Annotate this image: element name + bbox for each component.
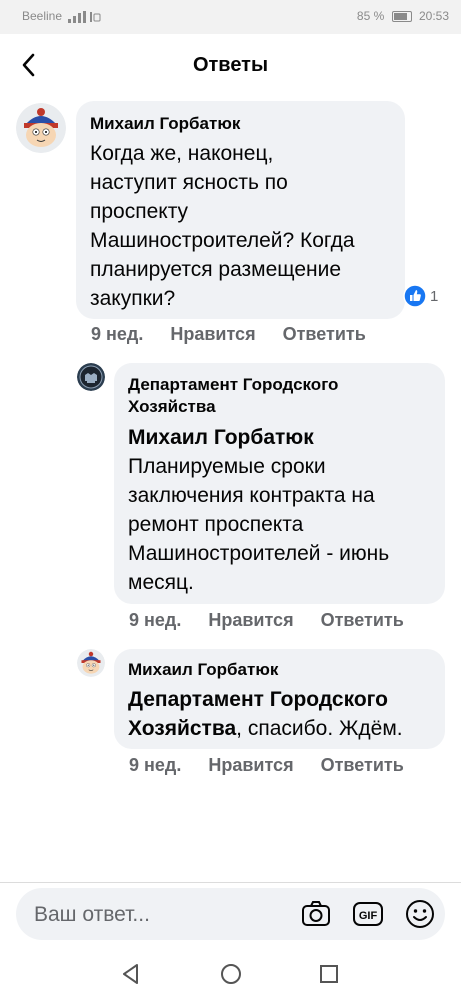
- comment-author[interactable]: Михаил Горбатюк: [128, 659, 403, 681]
- comment-line: заключения контракта на: [128, 484, 375, 507]
- comment-time[interactable]: 9 нед.: [129, 610, 181, 630]
- status-left: Beeline: [22, 9, 102, 23]
- comment-line: Планируемые сроки: [128, 455, 326, 478]
- comment-text: Михаил Горбатюк Планируемые сроки заключ…: [128, 423, 389, 597]
- comment-author[interactable]: Департамент Городского Хозяйства: [128, 374, 389, 418]
- comment-bubble[interactable]: Департамент Городского Хозяйства Михаил …: [114, 363, 445, 604]
- comment-line: месяц.: [128, 571, 194, 594]
- reaction-count: 1: [430, 287, 439, 305]
- comment-line: ремонт проспекта: [128, 513, 304, 536]
- comment-line: закупки?: [90, 287, 176, 310]
- avatar[interactable]: [16, 103, 66, 153]
- battery-icon: [391, 11, 412, 23]
- carrier-label: Beeline: [22, 9, 63, 23]
- comment-bubble[interactable]: Михаил Горбатюк Когда же, наконец, насту…: [76, 101, 405, 319]
- page-title: Ответы: [192, 54, 269, 76]
- clock: 20:53: [418, 9, 449, 23]
- comment-actions: 9 нед. Нравится Ответить: [129, 755, 426, 776]
- gif-icon[interactable]: GIF: [352, 898, 384, 930]
- system-nav-bar: [0, 948, 461, 1000]
- comment-line: планируется размещение: [90, 258, 342, 281]
- signal-icon: [68, 10, 101, 23]
- emoji-icon[interactable]: [404, 898, 436, 930]
- reply-button[interactable]: Ответить: [321, 610, 404, 630]
- comment-actions: 9 нед. Нравится Ответить: [91, 324, 388, 345]
- comment-author[interactable]: Михаил Горбатюк: [90, 113, 355, 135]
- status-bar: Beeline 85 % 20:53: [0, 0, 461, 34]
- comment-line: наступит ясность по: [90, 171, 288, 194]
- comment-text: Департамент Городского Хозяйства, спасиб…: [128, 685, 403, 743]
- avatar[interactable]: [77, 363, 105, 391]
- like-button[interactable]: Нравится: [208, 755, 293, 775]
- mention-link[interactable]: Хозяйства: [128, 717, 236, 740]
- like-button[interactable]: Нравится: [208, 610, 293, 630]
- comment-line: Машиностроителей - июнь: [128, 542, 390, 565]
- nav-home-icon[interactable]: [218, 961, 244, 987]
- divider: [0, 882, 461, 883]
- nav-recents-icon[interactable]: [316, 961, 342, 987]
- comment-time[interactable]: 9 нед.: [129, 755, 181, 775]
- nav-back-icon[interactable]: [118, 961, 144, 987]
- mention-link[interactable]: Михаил Горбатюк: [128, 423, 389, 452]
- mention-link[interactable]: Департамент Городского: [128, 685, 403, 714]
- header: Ответы: [0, 34, 461, 96]
- comment-actions: 9 нед. Нравится Ответить: [129, 610, 426, 631]
- comment-time[interactable]: 9 нед.: [91, 324, 143, 344]
- comment-text: Когда же, наконец, наступит ясность по п…: [90, 139, 355, 313]
- author-line: Департамент Городского: [128, 375, 339, 394]
- reply-input[interactable]: [32, 901, 276, 929]
- avatar[interactable]: [77, 649, 105, 677]
- status-right: 85 % 20:53: [357, 9, 449, 23]
- reaction-summary[interactable]: 1: [403, 283, 438, 309]
- reply-composer[interactable]: GIF: [16, 888, 445, 940]
- like-button[interactable]: Нравится: [170, 324, 255, 344]
- reply-button[interactable]: Ответить: [283, 324, 366, 344]
- battery-percent: 85 %: [356, 9, 385, 23]
- comment-line: проспекту: [90, 200, 189, 223]
- camera-icon[interactable]: [300, 898, 332, 930]
- comment-line: Машиностроителей? Когда: [90, 229, 355, 252]
- author-line: Хозяйства: [128, 397, 216, 416]
- svg-text:GIF: GIF: [359, 910, 378, 922]
- comment-line: , спасибо. Ждём.: [236, 717, 403, 740]
- comment-bubble[interactable]: Михаил Горбатюк Департамент Городского Х…: [114, 649, 445, 749]
- comment-line: Когда же, наконец,: [90, 142, 274, 165]
- reply-button[interactable]: Ответить: [321, 755, 404, 775]
- like-reaction-icon: [403, 284, 427, 308]
